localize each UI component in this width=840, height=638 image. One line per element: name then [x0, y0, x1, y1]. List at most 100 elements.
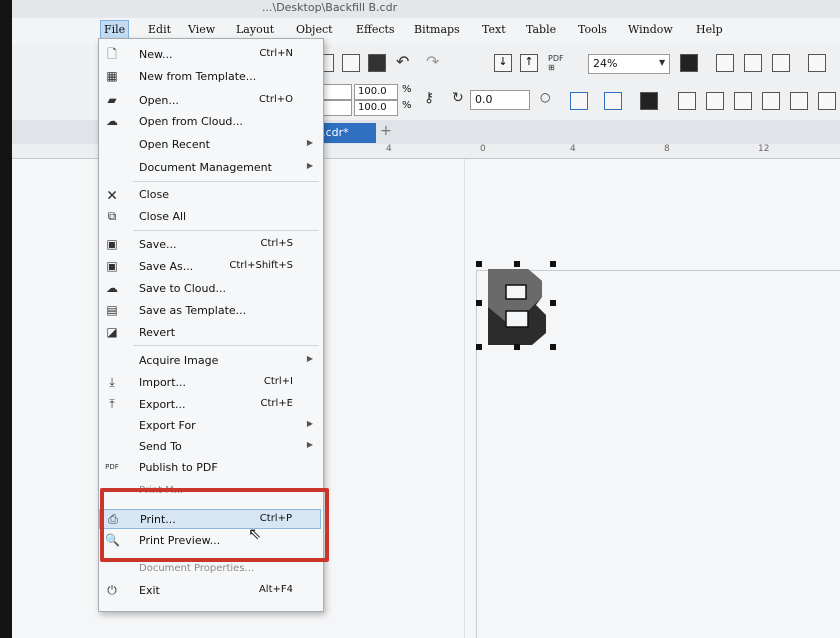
menu-item-open[interactable]: ▰ Open... Ctrl+O — [99, 91, 321, 111]
scale-height-field[interactable]: 100.0 — [354, 100, 398, 116]
selection-handle[interactable] — [550, 344, 556, 350]
menu-item-save-as[interactable]: ▣ Save As... Ctrl+Shift+S — [99, 257, 321, 277]
submenu-arrow-icon: ▶ — [306, 419, 313, 428]
menu-item-new[interactable]: 🗋 New... Ctrl+N — [99, 45, 321, 65]
menu-item-new-from-template[interactable]: ▦ New from Template... — [99, 67, 321, 87]
mirror-vertical-icon[interactable] — [604, 92, 622, 110]
submenu-arrow-icon: ▶ — [306, 354, 313, 363]
menu-layout[interactable]: Layout — [236, 23, 274, 36]
wrap-text-icon[interactable] — [640, 92, 658, 110]
guideline — [464, 159, 465, 638]
menu-item-save[interactable]: ▣ Save... Ctrl+S — [99, 235, 321, 255]
rotate-icon[interactable]: ↻ — [452, 90, 464, 106]
menu-item-open-recent[interactable]: Open Recent ▶ — [99, 135, 321, 155]
menu-item-send-to[interactable]: Send To ▶ — [99, 437, 321, 457]
menu-item-close-all[interactable]: ⧉ Close All — [99, 207, 321, 227]
open-icon: ▰ — [107, 93, 117, 107]
revert-icon: ◪ — [106, 325, 118, 339]
undo-icon[interactable]: ↶ — [396, 52, 409, 71]
menu-item-import[interactable]: ⤓ Import... Ctrl+I — [99, 373, 321, 393]
menu-item-document-management[interactable]: Document Management ▶ — [99, 158, 321, 178]
degree-icon: ○ — [540, 90, 551, 104]
menu-file[interactable]: File — [100, 20, 130, 39]
selection-handle[interactable] — [514, 344, 520, 350]
trim-icon[interactable] — [818, 92, 836, 110]
menu-item-close[interactable]: 🗙 Close — [99, 185, 321, 205]
pdf-icon: PDF — [105, 463, 119, 471]
close-all-icon: ⧉ — [107, 209, 117, 223]
exit-icon: ⏻ — [107, 583, 117, 597]
weld-icon[interactable] — [790, 92, 808, 110]
selection-handle[interactable] — [550, 261, 556, 267]
grid-icon[interactable] — [744, 54, 762, 72]
mirror-horizontal-icon[interactable] — [570, 92, 588, 110]
menu-item-save-to-cloud[interactable]: ☁ Save to Cloud... — [99, 279, 321, 299]
menu-item-exit[interactable]: ⏻ Exit Alt+F4 — [99, 581, 321, 601]
menu-view[interactable]: View — [188, 23, 215, 36]
menu-edit[interactable]: Edit — [148, 23, 171, 36]
menu-item-save-as-template[interactable]: ▤ Save as Template... — [99, 301, 321, 321]
title-bar: ...\Desktop\Backfill B.cdr — [12, 0, 840, 18]
combine-icon[interactable] — [734, 92, 752, 110]
scale-width-field[interactable]: 100.0 — [354, 84, 398, 100]
guidelines-icon[interactable] — [772, 54, 790, 72]
export-toolbar-icon[interactable]: ↑ — [520, 54, 538, 72]
new-from-template-icon: ▦ — [106, 69, 118, 83]
menu-item-export-for[interactable]: Export For ▶ — [99, 416, 321, 436]
redo-icon[interactable]: ↷ — [426, 52, 439, 71]
selection-handle[interactable] — [476, 261, 482, 267]
break-apart-icon[interactable] — [762, 92, 780, 110]
import-toolbar-icon[interactable]: ↓ — [494, 54, 512, 72]
letter-b-artwork[interactable] — [482, 267, 554, 347]
import-icon: ⤓ — [109, 375, 115, 389]
menu-item-document-properties-partial: Document Properties... — [139, 563, 255, 574]
menu-object[interactable]: Object — [296, 23, 333, 36]
menu-effects[interactable]: Effects — [356, 23, 395, 36]
chevron-down-icon[interactable]: ▼ — [659, 58, 665, 67]
menu-help[interactable]: Help — [696, 23, 723, 36]
publish-pdf-icon[interactable]: PDF ⊞ — [548, 54, 564, 72]
menu-item-open-from-cloud[interactable]: ☁ Open from Cloud... — [99, 112, 321, 132]
menu-item-export[interactable]: ⤒ Export... Ctrl+E — [99, 395, 321, 415]
selection-handle[interactable] — [476, 344, 482, 350]
menu-window[interactable]: Window — [628, 23, 673, 36]
save-template-icon: ▤ — [106, 303, 118, 317]
ruler-tick-label: 12 — [758, 144, 770, 154]
selection-handle[interactable] — [550, 300, 556, 306]
full-screen-icon[interactable] — [680, 54, 698, 72]
rulers-icon[interactable] — [716, 54, 734, 72]
lock-ratio-icon[interactable]: ⚷ — [424, 90, 434, 106]
add-tab-icon[interactable]: + — [380, 123, 392, 139]
selection-handle[interactable] — [514, 261, 520, 267]
zoom-level-combo[interactable]: 24% — [588, 54, 670, 74]
menu-text[interactable]: Text — [482, 23, 506, 36]
menu-tools[interactable]: Tools — [578, 23, 607, 36]
menu-item-revert[interactable]: ◪ Revert — [99, 323, 321, 343]
menu-bitmaps[interactable]: Bitmaps — [414, 23, 460, 36]
menu-table[interactable]: Table — [526, 23, 556, 36]
annotation-highlight-box — [100, 488, 329, 562]
submenu-arrow-icon: ▶ — [306, 440, 313, 449]
export-icon: ⤒ — [109, 397, 115, 411]
copy-icon[interactable] — [342, 54, 360, 72]
group-icon[interactable] — [678, 92, 696, 110]
page-border — [476, 270, 477, 638]
snap-icon[interactable] — [808, 54, 826, 72]
menu-item-acquire-image[interactable]: Acquire Image ▶ — [99, 351, 321, 371]
cloud-icon: ☁ — [106, 114, 118, 128]
clipboard-icon[interactable] — [368, 54, 386, 72]
close-icon: 🗙 — [107, 187, 117, 201]
ruler-tick-label: 8 — [664, 144, 670, 154]
ruler-tick-label: 4 — [386, 144, 392, 154]
selection-handle[interactable] — [476, 300, 482, 306]
ungroup-icon[interactable] — [706, 92, 724, 110]
menu-separator — [133, 181, 319, 182]
percent-label: % — [402, 84, 412, 95]
rotation-angle-field[interactable]: 0.0 — [470, 90, 530, 110]
menu-separator — [133, 230, 319, 231]
new-icon: 🗋 — [107, 47, 117, 61]
screen: ...\Desktop\Backfill B.cdr File Edit Vie… — [12, 0, 840, 638]
submenu-arrow-icon: ▶ — [306, 161, 313, 170]
menu-item-publish-to-pdf[interactable]: PDF Publish to PDF — [99, 458, 321, 478]
mouse-cursor-icon: ⇖ — [248, 524, 262, 543]
